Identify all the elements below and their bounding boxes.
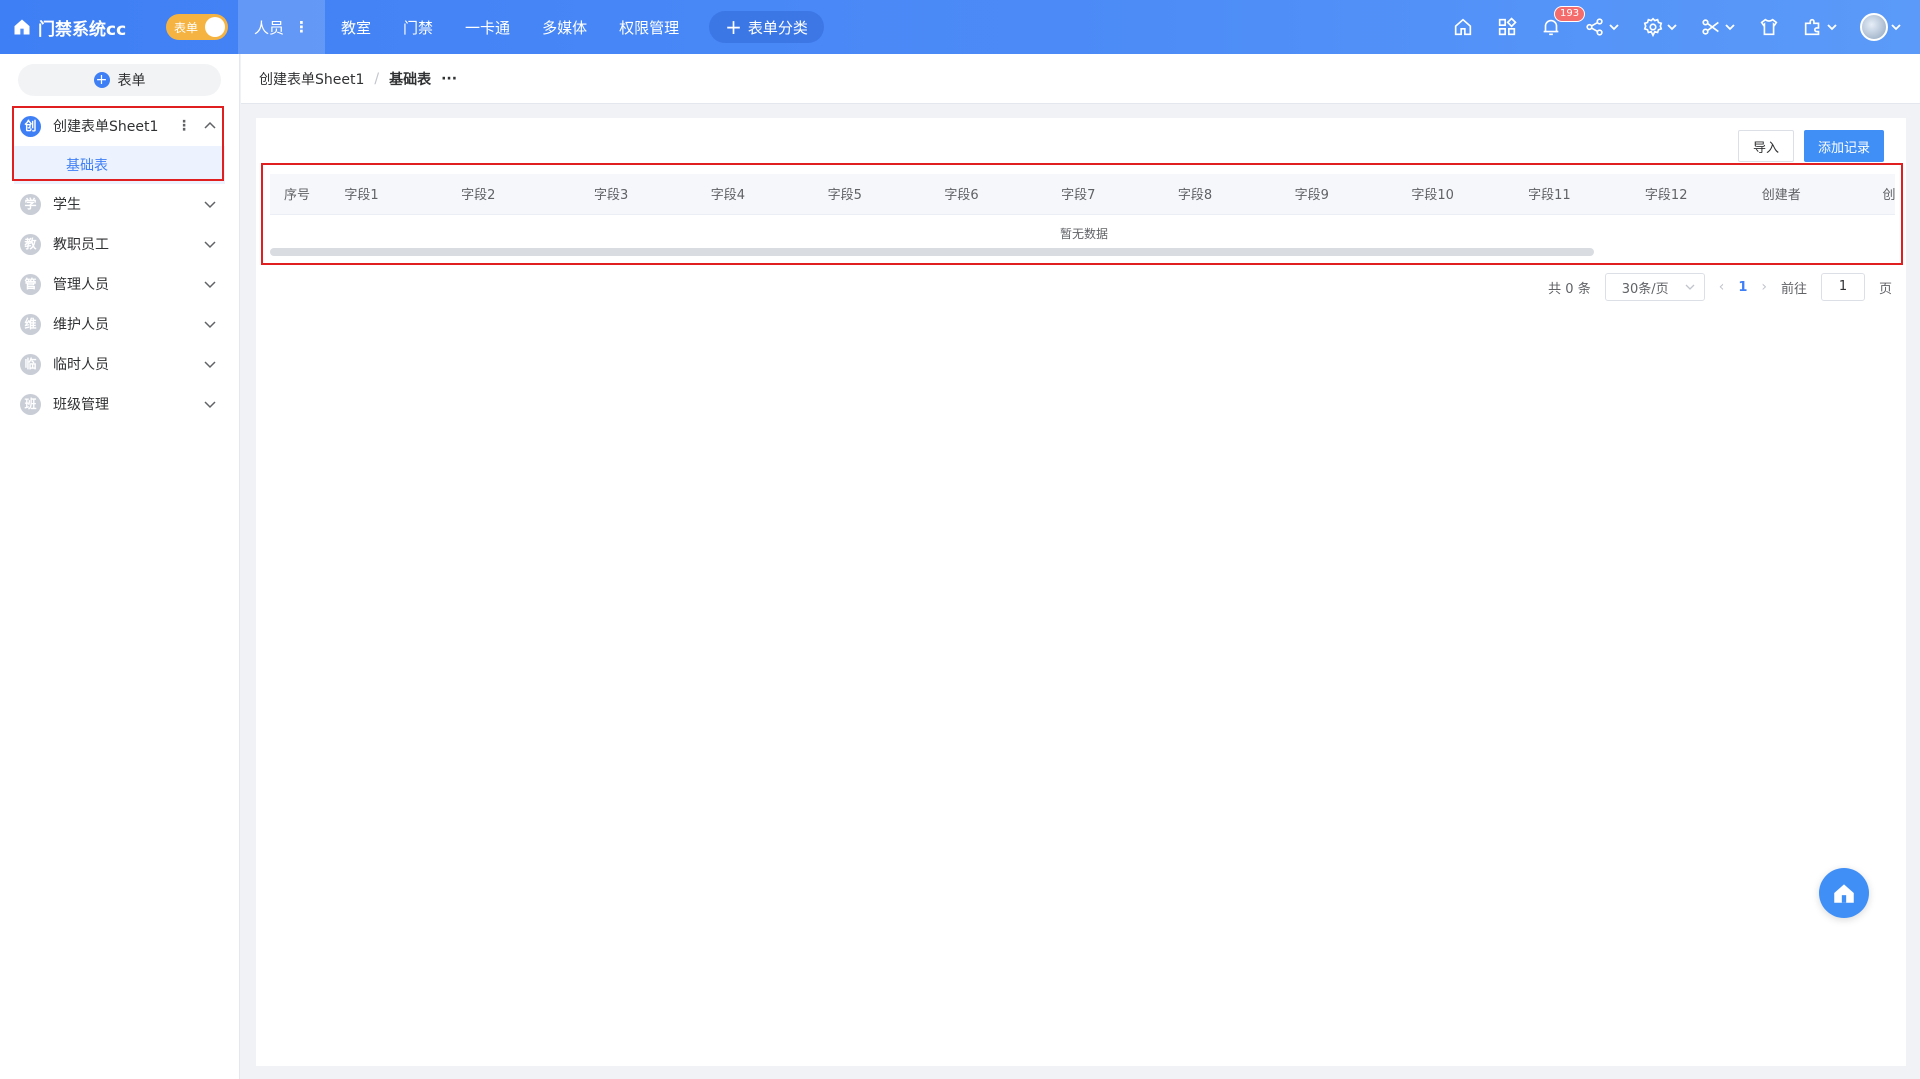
apps-grid-icon [1498, 17, 1517, 36]
next-page-icon[interactable]: › [1761, 279, 1767, 295]
floating-home-button[interactable] [1819, 868, 1869, 918]
prev-page-icon[interactable]: ‹ [1719, 279, 1725, 295]
sidebar-item-classes[interactable]: 班 班级管理 [0, 384, 239, 424]
nav-item-classroom[interactable]: 教室 [325, 0, 387, 54]
goto-page-input[interactable]: 1 [1820, 273, 1865, 301]
chevron-down-icon [1725, 24, 1735, 31]
scissors-icon [1702, 19, 1719, 35]
breadcrumb-current: 基础表 [389, 71, 432, 88]
breadcrumb: 创建表单Sheet1 / 基础表 ··· [241, 54, 1920, 104]
toggle-knob [205, 17, 225, 37]
maintenance-avatar-icon: 维 [20, 313, 41, 335]
plugins-menu[interactable] [1802, 16, 1838, 38]
managers-avatar-icon: 管 [20, 273, 41, 295]
sidebar: + 表单 创 创建表单Sheet1 ⋮ 基础表 学 学生 教 教职员工 管 管理… [0, 54, 240, 1079]
add-record-button[interactable]: 添加记录 [1804, 130, 1884, 162]
chevron-down-icon[interactable] [203, 357, 217, 371]
form-mode-toggle[interactable]: 表单 [166, 14, 228, 40]
page-size-select[interactable]: 30条/页 [1604, 273, 1705, 301]
nav-item-permissions[interactable]: 权限管理 [603, 0, 695, 54]
page-size-value: 30条/页 [1621, 281, 1669, 297]
share-icon [1586, 18, 1603, 36]
nav-item-label: 多媒体 [542, 18, 588, 37]
chevron-down-icon [1827, 24, 1837, 31]
chevron-down-icon[interactable] [203, 397, 217, 411]
sidebar-item-temporary[interactable]: 临 临时人员 [0, 344, 239, 384]
breadcrumb-separator: / [374, 70, 380, 87]
plus-circle-icon: + [93, 72, 110, 88]
chevron-down-icon[interactable] [203, 317, 217, 331]
tools-menu[interactable] [1700, 16, 1736, 38]
goto-label: 前往 [1780, 281, 1807, 297]
main-content: 导入 添加记录 序号 字段1 字段2 字段3 字段4 字段5 字段6 字段7 字… [256, 118, 1906, 1066]
highlight-box-sidebar [12, 106, 224, 181]
current-page[interactable]: 1 [1738, 280, 1747, 295]
avatar [1860, 13, 1888, 41]
settings-menu[interactable] [1642, 16, 1678, 38]
top-navbar: 门禁系统cc 表单 人员 ⋮ 教室 门禁 一卡通 多媒体 权限管理 + 表单分类… [0, 0, 1920, 54]
chevron-down-icon [1891, 24, 1901, 31]
notification-badge: 193 [1554, 6, 1586, 22]
chevron-down-icon[interactable] [203, 237, 217, 251]
nav-item-label: 教室 [341, 18, 372, 37]
sidebar-item-label: 班级管理 [53, 397, 109, 413]
sidebar-item-label: 管理人员 [53, 277, 109, 293]
more-vertical-icon[interactable]: ⋮ [294, 18, 309, 36]
nav-item-multimedia[interactable]: 多媒体 [526, 0, 603, 54]
shirt-icon [1760, 18, 1778, 36]
header-actions: 193 [1452, 0, 1902, 54]
notifications-button[interactable]: 193 [1540, 6, 1586, 38]
apps-button[interactable] [1496, 16, 1518, 38]
theme-button[interactable] [1758, 16, 1780, 38]
home-logo-icon [14, 19, 30, 35]
add-form-button[interactable]: + 表单 [18, 64, 221, 96]
more-horizontal-icon[interactable]: ··· [441, 71, 457, 87]
main-nav: 人员 ⋮ 教室 门禁 一卡通 多媒体 权限管理 + 表单分类 [238, 0, 824, 54]
nav-item-label: 一卡通 [465, 18, 511, 37]
puzzle-icon [1804, 18, 1820, 36]
sidebar-item-label: 维护人员 [53, 317, 109, 333]
nav-item-label: 人员 [254, 18, 285, 37]
import-button[interactable]: 导入 [1738, 130, 1794, 162]
add-category-label: 表单分类 [747, 18, 808, 37]
chevron-down-icon [1667, 24, 1677, 31]
nav-item-access-control[interactable]: 门禁 [387, 0, 449, 54]
app-brand[interactable]: 门禁系统cc [0, 15, 160, 40]
temporary-avatar-icon: 临 [20, 353, 41, 375]
nav-item-card[interactable]: 一卡通 [449, 0, 526, 54]
staff-avatar-icon: 教 [20, 233, 41, 255]
user-menu[interactable] [1860, 13, 1902, 41]
sidebar-item-students[interactable]: 学 学生 [0, 184, 239, 224]
pagination: 共 0 条 30条/页 ‹ 1 › 前往 1 页 [1548, 273, 1892, 301]
classes-avatar-icon: 班 [20, 393, 41, 415]
sidebar-item-label: 教职员工 [53, 237, 109, 253]
chevron-down-icon [1685, 284, 1695, 290]
app-title: 门禁系统cc [38, 19, 127, 40]
sidebar-item-staff[interactable]: 教 教职员工 [0, 224, 239, 264]
breadcrumb-parent[interactable]: 创建表单Sheet1 [259, 69, 364, 89]
sidebar-item-maintenance[interactable]: 维 维护人员 [0, 304, 239, 344]
nav-item-label: 门禁 [403, 18, 434, 37]
gear-icon [1643, 17, 1663, 38]
highlight-box-table [261, 163, 1903, 265]
plus-icon: + [725, 15, 742, 39]
toggle-label: 表单 [174, 20, 199, 35]
home-icon [1454, 18, 1472, 36]
nav-item-label: 权限管理 [619, 18, 680, 37]
add-form-label: 表单 [117, 73, 146, 89]
share-menu[interactable] [1584, 16, 1620, 38]
total-count: 共 0 条 [1548, 281, 1591, 297]
students-avatar-icon: 学 [20, 193, 41, 215]
chevron-down-icon[interactable] [203, 277, 217, 291]
chevron-down-icon[interactable] [203, 197, 217, 211]
sidebar-item-managers[interactable]: 管 管理人员 [0, 264, 239, 304]
chevron-down-icon [1609, 24, 1619, 31]
sidebar-item-label: 临时人员 [53, 357, 109, 373]
page-unit-label: 页 [1878, 281, 1892, 297]
add-category-button[interactable]: + 表单分类 [709, 11, 824, 43]
sidebar-item-label: 学生 [53, 197, 81, 213]
home-button[interactable] [1452, 16, 1474, 38]
home-icon [1834, 884, 1854, 903]
nav-item-personnel[interactable]: 人员 ⋮ [238, 0, 326, 54]
